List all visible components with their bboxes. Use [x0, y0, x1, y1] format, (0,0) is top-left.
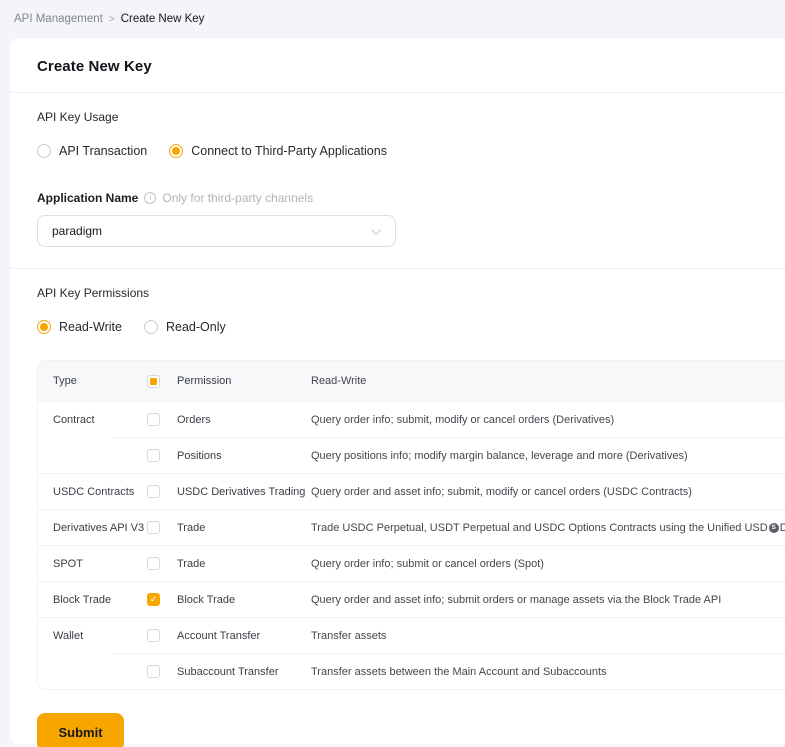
- permission-checkbox[interactable]: [147, 629, 160, 642]
- permissions-radio-group: Read-Write Read-Only: [37, 320, 785, 334]
- cell-permission: Positions: [177, 450, 311, 462]
- usage-radio-group: API Transaction Connect to Third-Party Ap…: [37, 144, 785, 158]
- cell-description: Query order info; submit or cancel order…: [311, 558, 785, 570]
- submit-button[interactable]: Submit: [37, 713, 124, 747]
- cell-type: Block Trade: [38, 594, 147, 606]
- table-row: Derivatives API V3 TradeTrade USDC Perpet…: [38, 509, 785, 545]
- permission-checkbox[interactable]: [147, 521, 160, 534]
- header-permission: Permission: [177, 375, 311, 387]
- cell-type: Wallet: [38, 630, 147, 642]
- cell-permission: Trade: [177, 522, 311, 534]
- breadcrumb: API Management > Create New Key: [0, 0, 785, 38]
- divider: [10, 92, 785, 93]
- cell-type: USDC Contracts: [38, 486, 147, 498]
- radio-unselected-icon[interactable]: [144, 320, 158, 334]
- header-type: Type: [38, 375, 147, 387]
- application-name-value: paradigm: [52, 224, 102, 238]
- cell-type: SPOT: [38, 558, 147, 570]
- table-row: Contract OrdersQuery order info; submit, …: [38, 401, 785, 437]
- permission-checkbox[interactable]: [147, 413, 160, 426]
- select-all-checkbox[interactable]: [147, 375, 160, 388]
- permission-checkbox[interactable]: [147, 485, 160, 498]
- breadcrumb-current: Create New Key: [121, 13, 205, 25]
- cell-description: Query order info; submit, modify or canc…: [311, 414, 785, 426]
- table-row: Block Trade✓Block TradeQuery order and a…: [38, 581, 785, 617]
- table-row: Subaccount TransferTransfer assets betwe…: [38, 653, 785, 689]
- cell-description: Trade USDC Perpetual, USDT Perpetual and…: [311, 522, 785, 534]
- breadcrumb-separator: >: [109, 14, 115, 25]
- cell-permission: Subaccount Transfer: [177, 666, 311, 678]
- table-row: PositionsQuery positions info; modify ma…: [38, 437, 785, 473]
- radio-option-label: Read-Only: [166, 320, 226, 334]
- cell-permission: Block Trade: [177, 594, 311, 606]
- permission-checkbox[interactable]: [147, 665, 160, 678]
- permissions-table: Type Permission Read-Write Contract Order…: [37, 360, 785, 690]
- header-mode: Read-Write: [311, 375, 785, 387]
- radio-selected-icon[interactable]: [37, 320, 51, 334]
- page-title: Create New Key: [10, 38, 785, 92]
- table-row: Wallet Account TransferTransfer assets: [38, 617, 785, 653]
- permissions-table-header: Type Permission Read-Write: [38, 361, 785, 401]
- radio-option-label: Read-Write: [59, 320, 122, 334]
- application-name-label: Application Name: [37, 191, 138, 205]
- application-name-hint: Only for third-party channels: [162, 191, 313, 205]
- cell-type: Derivatives API V3: [38, 522, 147, 534]
- radio-selected-icon[interactable]: [169, 144, 183, 158]
- radio-option-label: API Transaction: [59, 144, 147, 158]
- api-key-usage-section: API Key Usage API Transaction Connect to …: [10, 110, 785, 158]
- table-row: USDC Contracts USDC Derivatives TradingQu…: [38, 473, 785, 509]
- cell-description: Transfer assets: [311, 630, 785, 642]
- cell-description: Query order and asset info; submit, modi…: [311, 486, 785, 498]
- usds-coin-icon: S: [769, 523, 779, 533]
- api-key-permissions-section: API Key Permissions Read-Write Read-Only: [10, 286, 785, 334]
- chevron-down-icon: [371, 225, 381, 235]
- radio-option[interactable]: API Transaction: [37, 144, 147, 158]
- create-key-card: Create New Key API Key Usage API Transac…: [10, 38, 785, 744]
- permission-checkbox[interactable]: [147, 449, 160, 462]
- cell-type: Contract: [38, 414, 147, 426]
- radio-option[interactable]: Read-Write: [37, 320, 122, 334]
- api-key-permissions-label: API Key Permissions: [37, 286, 785, 300]
- cell-description: Query positions info; modify margin bala…: [311, 450, 785, 462]
- permissions-table-body: Contract OrdersQuery order info; submit, …: [38, 401, 785, 689]
- application-name-select[interactable]: paradigm: [37, 215, 396, 247]
- breadcrumb-parent-link[interactable]: API Management: [14, 13, 103, 25]
- permission-checkbox[interactable]: [147, 557, 160, 570]
- divider: [10, 268, 785, 269]
- radio-unselected-icon[interactable]: [37, 144, 51, 158]
- cell-description: Query order and asset info; submit order…: [311, 594, 785, 606]
- table-row: SPOT TradeQuery order info; submit or can…: [38, 545, 785, 581]
- radio-option-label: Connect to Third-Party Applications: [191, 144, 387, 158]
- permission-checkbox-checked[interactable]: ✓: [147, 593, 160, 606]
- info-icon: i: [144, 192, 156, 204]
- radio-option[interactable]: Connect to Third-Party Applications: [169, 144, 387, 158]
- application-name-section: Application Name i Only for third-party …: [10, 191, 785, 247]
- cell-permission: USDC Derivatives Trading: [177, 486, 311, 498]
- cell-permission: Account Transfer: [177, 630, 311, 642]
- cell-description: Transfer assets between the Main Account…: [311, 666, 785, 678]
- cell-permission: Orders: [177, 414, 311, 426]
- cell-permission: Trade: [177, 558, 311, 570]
- api-key-usage-label: API Key Usage: [37, 110, 785, 124]
- radio-option[interactable]: Read-Only: [144, 320, 226, 334]
